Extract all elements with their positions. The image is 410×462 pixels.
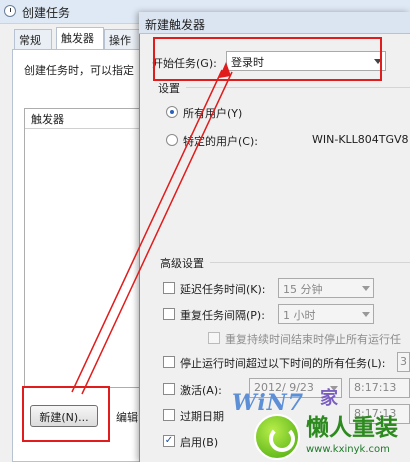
edit-trigger-button[interactable]: 编辑 [116,409,138,425]
repeat-task-value: 1 小时 [283,309,316,322]
triggers-description: 创建任务时，可以指定 [24,64,134,77]
activate-label: 激活(A): [180,384,222,397]
tab-triggers[interactable]: 触发器 [56,27,104,50]
trigger-list-header: 触发器 [25,109,143,129]
activate-checkbox[interactable] [163,383,175,395]
repeat-task-checkbox[interactable] [163,308,175,320]
specific-user-label: 特定的用户(C): [183,135,258,148]
clock-icon [4,5,16,17]
watermark-home: 家 [320,388,338,409]
repeat-task-select[interactable]: 1 小时 [278,304,374,324]
tab-general[interactable]: 常规 [14,29,52,49]
watermark-brand: WiN7 [232,390,305,416]
chevron-down-icon [362,312,370,317]
dialog-title: 新建触发器 [145,18,206,32]
stop-longer-label: 停止运行时间超过以下时间的所有任务(L): [180,357,386,370]
advanced-divider [210,262,410,263]
delay-task-value: 15 分钟 [283,283,323,296]
delay-task-checkbox[interactable] [163,282,175,294]
specific-user-radio[interactable] [166,134,178,146]
specific-user-value: WIN-KLL804TGV8 [312,133,409,146]
start-task-highlight-box [153,37,382,81]
power-icon [254,414,300,460]
enabled-label: 启用(B) [180,436,219,449]
chevron-down-icon [362,286,370,291]
site-watermark-logo: WiN7 家 懒人重装 www.kxinyk.com [232,384,410,462]
dialog-title-bar: 新建触发器 [139,12,410,34]
stop-longer-checkbox[interactable] [163,356,175,368]
trigger-list[interactable] [24,108,144,388]
tab-actions[interactable]: 操作 [104,29,144,49]
stop-longer-select[interactable]: 3 [397,352,410,372]
enabled-checkbox[interactable]: ✓ [163,435,175,447]
settings-heading: 设置 [158,82,180,95]
all-users-radio[interactable] [166,106,178,118]
window-title: 创建任务 [22,6,71,20]
expire-label: 过期日期 [180,410,224,423]
advanced-settings-heading: 高级设置 [160,257,204,270]
stop-repeat-label: 重复持续时间结束时停止所有运行任 [225,333,401,346]
delay-task-label: 延迟任务时间(K): [180,283,266,296]
expire-checkbox[interactable] [163,409,175,421]
watermark-url: www.kxinyk.com [306,444,390,455]
all-users-label: 所有用户(Y) [183,107,243,120]
stop-repeat-checkbox[interactable] [208,332,220,344]
stop-longer-value: 3 [400,355,407,368]
settings-divider [186,87,410,88]
new-button-highlight-box [22,386,110,442]
delay-task-select[interactable]: 15 分钟 [278,278,374,298]
watermark-name: 懒人重装 [306,414,398,441]
repeat-task-label: 重复任务间隔(P): [180,309,265,322]
